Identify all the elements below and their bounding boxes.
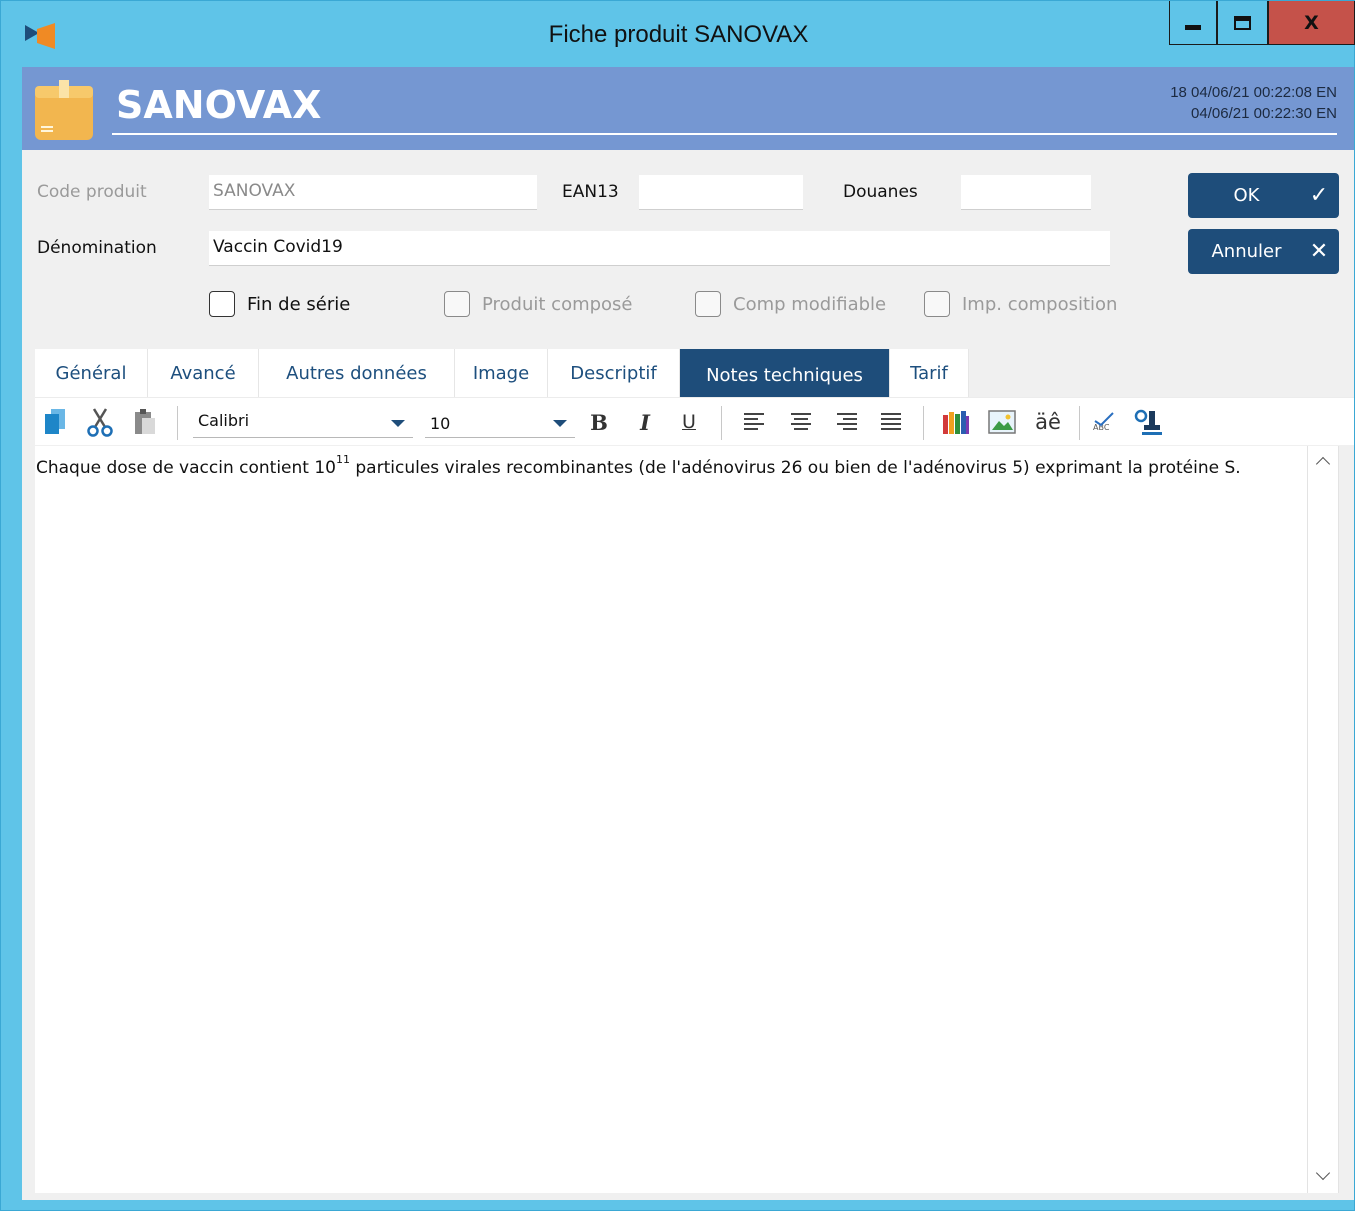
header-underline [112, 133, 1337, 135]
minimize-button[interactable] [1169, 1, 1217, 45]
notes-text-rest: particules virales recombinantes (de l'a… [349, 458, 1241, 478]
notes-text: Chaque dose de vaccin contient 1011 part… [35, 446, 1275, 482]
checkbox-fin-de-serie[interactable]: Fin de série [209, 291, 350, 317]
rich-text-toolbar: Calibri 10 B I U äê ABC [35, 397, 1354, 445]
checkbox-box[interactable] [924, 291, 950, 317]
font-size-select[interactable]: 10 [425, 408, 575, 438]
ok-button-label: OK [1233, 185, 1260, 206]
toolbar-separator [923, 406, 924, 440]
align-center-icon[interactable] [787, 406, 815, 438]
vertical-scrollbar[interactable] [1307, 446, 1339, 1193]
toolbar-separator [1079, 406, 1080, 440]
checkbox-box[interactable] [444, 291, 470, 317]
checkbox-label: Produit composé [482, 293, 633, 315]
align-left-icon[interactable] [741, 406, 769, 438]
title-bar[interactable]: Fiche produit SANOVAX X [1, 1, 1355, 67]
close-x-icon: ✕ [1309, 239, 1329, 264]
tab-image[interactable]: Image [455, 349, 548, 397]
product-window: Fiche produit SANOVAX X SANOVAX 18 04/06… [0, 0, 1355, 1211]
checkbox-imp-composition[interactable]: Imp. composition [924, 291, 1117, 317]
notes-text-exponent: 11 [335, 453, 350, 467]
notes-editor[interactable]: Chaque dose de vaccin contient 1011 part… [35, 446, 1307, 1193]
italic-button[interactable]: I [631, 406, 659, 438]
font-size-value: 10 [430, 414, 451, 433]
paste-icon[interactable] [131, 406, 159, 438]
cancel-button[interactable]: Annuler ✕ [1188, 229, 1339, 274]
font-family-value: Calibri [198, 411, 250, 430]
denomination-label: Dénomination [37, 238, 157, 258]
record-header: SANOVAX 18 04/06/21 00:22:08 EN 04/06/21… [22, 67, 1354, 150]
notes-text-main: Chaque dose de vaccin contient 10 [36, 458, 336, 478]
toolbar-separator [721, 406, 722, 440]
package-icon [35, 80, 93, 140]
product-title: SANOVAX [116, 83, 322, 127]
ean13-label: EAN13 [562, 182, 619, 202]
close-button[interactable]: X [1268, 1, 1355, 45]
chevron-down-icon [391, 420, 405, 427]
close-icon: X [1304, 11, 1319, 34]
underline-button[interactable]: U [675, 406, 703, 438]
cut-icon[interactable] [85, 406, 115, 438]
tab-general[interactable]: Général [35, 349, 148, 397]
checkbox-label: Imp. composition [962, 293, 1118, 315]
checkbox-box[interactable] [695, 291, 721, 317]
created-timestamp: 18 04/06/21 00:22:08 EN [1170, 84, 1337, 101]
checkbox-label: Comp modifiable [733, 293, 887, 315]
maximize-button[interactable] [1217, 1, 1268, 45]
denomination-field[interactable]: Vaccin Covid19 [209, 231, 1110, 266]
toolbar-separator [177, 406, 178, 440]
ok-button[interactable]: OK ✓ [1188, 173, 1339, 218]
find-replace-icon[interactable] [1131, 406, 1163, 438]
tab-notes-techniques[interactable]: Notes techniques [680, 349, 890, 397]
window-title: Fiche produit SANOVAX [548, 21, 809, 48]
tab-tarif[interactable]: Tarif [890, 349, 969, 397]
bold-button[interactable]: B [585, 406, 613, 438]
minimize-icon [1185, 25, 1201, 30]
accents-icon[interactable]: äê [1028, 406, 1068, 438]
font-family-select[interactable]: Calibri [193, 408, 413, 438]
chevron-up-icon [1315, 456, 1331, 472]
align-right-icon[interactable] [832, 406, 860, 438]
maximize-icon [1234, 15, 1251, 30]
tab-autres-donnees[interactable]: Autres données [259, 349, 455, 397]
image-icon[interactable] [987, 406, 1017, 438]
chevron-down-icon [553, 420, 567, 427]
color-pencils-icon[interactable] [941, 406, 971, 438]
chevron-down-icon [1315, 1165, 1331, 1181]
checkmark-icon: ✓ [1309, 183, 1329, 208]
cancel-button-label: Annuler [1211, 241, 1282, 262]
tab-strip: Général Avancé Autres données Image Desc… [35, 349, 969, 397]
scroll-up-button[interactable] [1308, 446, 1338, 476]
douanes-label: Douanes [843, 182, 918, 202]
code-produit-label: Code produit [37, 182, 147, 202]
checkbox-label: Fin de série [247, 293, 351, 315]
ean13-field[interactable] [639, 175, 803, 210]
tab-avance[interactable]: Avancé [148, 349, 259, 397]
code-produit-field[interactable]: SANOVAX [209, 175, 537, 210]
checkbox-comp-modifiable[interactable]: Comp modifiable [695, 291, 886, 317]
tab-descriptif[interactable]: Descriptif [548, 349, 680, 397]
spellcheck-icon[interactable]: ABC [1089, 406, 1117, 438]
record-metadata: 18 04/06/21 00:22:08 EN 04/06/21 00:22:3… [1170, 82, 1337, 124]
copy-icon[interactable] [41, 406, 69, 438]
form-body: Code produit SANOVAX EAN13 Douanes Dénom… [22, 150, 1354, 1200]
checkbox-produit-compose[interactable]: Produit composé [444, 291, 633, 317]
modified-timestamp: 04/06/21 00:22:30 EN [1191, 105, 1337, 122]
checkbox-box[interactable] [209, 291, 235, 317]
scroll-down-button[interactable] [1308, 1161, 1338, 1191]
douanes-field[interactable] [961, 175, 1091, 210]
align-justify-icon[interactable] [877, 406, 905, 438]
